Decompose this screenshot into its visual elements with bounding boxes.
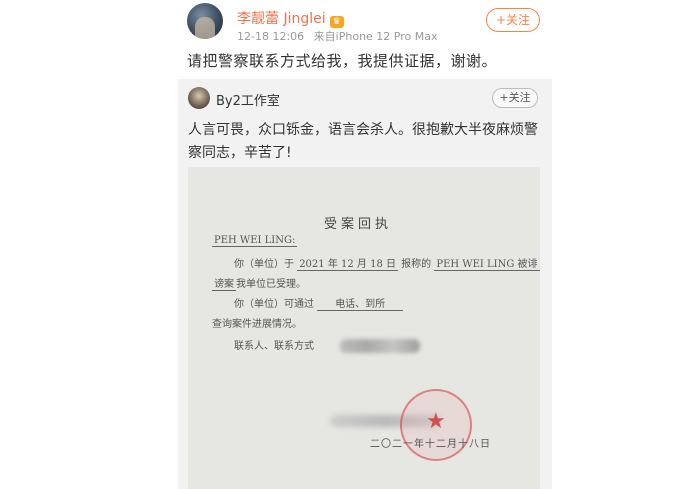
post-meta: 12-18 12:06 来自iPhone 12 Pro Max <box>237 28 437 44</box>
quoted-post[interactable]: By2工作室 +关注 人言可畏，众口铄金，语言会杀人。很抱歉大半夜麻烦警察同志，… <box>178 79 552 489</box>
seal-star-icon: ★ <box>426 409 446 434</box>
document-content: 受案回执 PEH WEI LING: 你（单位）于 2021 年 12 月 18… <box>188 167 540 489</box>
line2-case: 谤案 <box>212 279 236 291</box>
line1-mid: 报称的 <box>401 259 432 270</box>
document-line-1: 你（单位）于 2021 年 12 月 18 日 报称的 PEH WEI LING… <box>234 255 540 271</box>
document-recipient: PEH WEI LING: <box>212 235 298 247</box>
document-date: 二〇二一年十二月十八日 <box>370 439 491 450</box>
line3-method: 电话、到所 <box>317 299 404 311</box>
recipient-name: PEH WEI LING: <box>212 235 298 247</box>
quoted-author-name[interactable]: By2工作室 <box>216 90 280 109</box>
quoted-post-text: 人言可畏，众口铄金，语言会杀人。很抱歉大半夜麻烦警察同志，辛苦了! <box>188 122 538 161</box>
document-line-3: 你（单位）可通过 电话、到所 <box>234 295 404 311</box>
post-source: 来自iPhone 12 Pro Max <box>313 30 438 43</box>
line3-prefix: 你（单位）可通过 <box>234 299 314 310</box>
document-line-4: 查询案件进展情况。 <box>212 319 302 330</box>
quoted-follow-button[interactable]: +关注 <box>492 88 538 108</box>
author-avatar[interactable] <box>187 3 223 39</box>
document-line-5: 联系人、联系方式 <box>234 341 314 352</box>
follow-button[interactable]: +关注 <box>486 8 540 32</box>
vip-crown-icon: ♛ <box>329 16 344 28</box>
post-text: 请把警察联系方式给我，我提供证据，谢谢。 <box>187 52 498 70</box>
line1-date: 2021 年 12 月 18 日 <box>297 259 398 271</box>
document-photo[interactable]: 受案回执 PEH WEI LING: 你（单位）于 2021 年 12 月 18… <box>188 167 540 489</box>
redacted-contact <box>340 339 420 353</box>
post-date: 12-18 12:06 <box>237 30 305 43</box>
document-line-2: 谤案 我单位已受理。 <box>212 275 306 291</box>
line1-prefix: 你（单位）于 <box>234 259 294 270</box>
quoted-author-avatar[interactable] <box>188 87 210 109</box>
line1-name: PEH WEI LING 被诽 <box>434 259 540 271</box>
author-name[interactable]: 李靓蕾 Jinglei ♛ <box>237 8 344 28</box>
author-name-label[interactable]: 李靓蕾 Jinglei <box>237 11 326 27</box>
police-seal: ★ <box>400 389 472 461</box>
document-title: 受案回执 <box>324 217 393 232</box>
line2-rest: 我单位已受理。 <box>236 279 306 290</box>
